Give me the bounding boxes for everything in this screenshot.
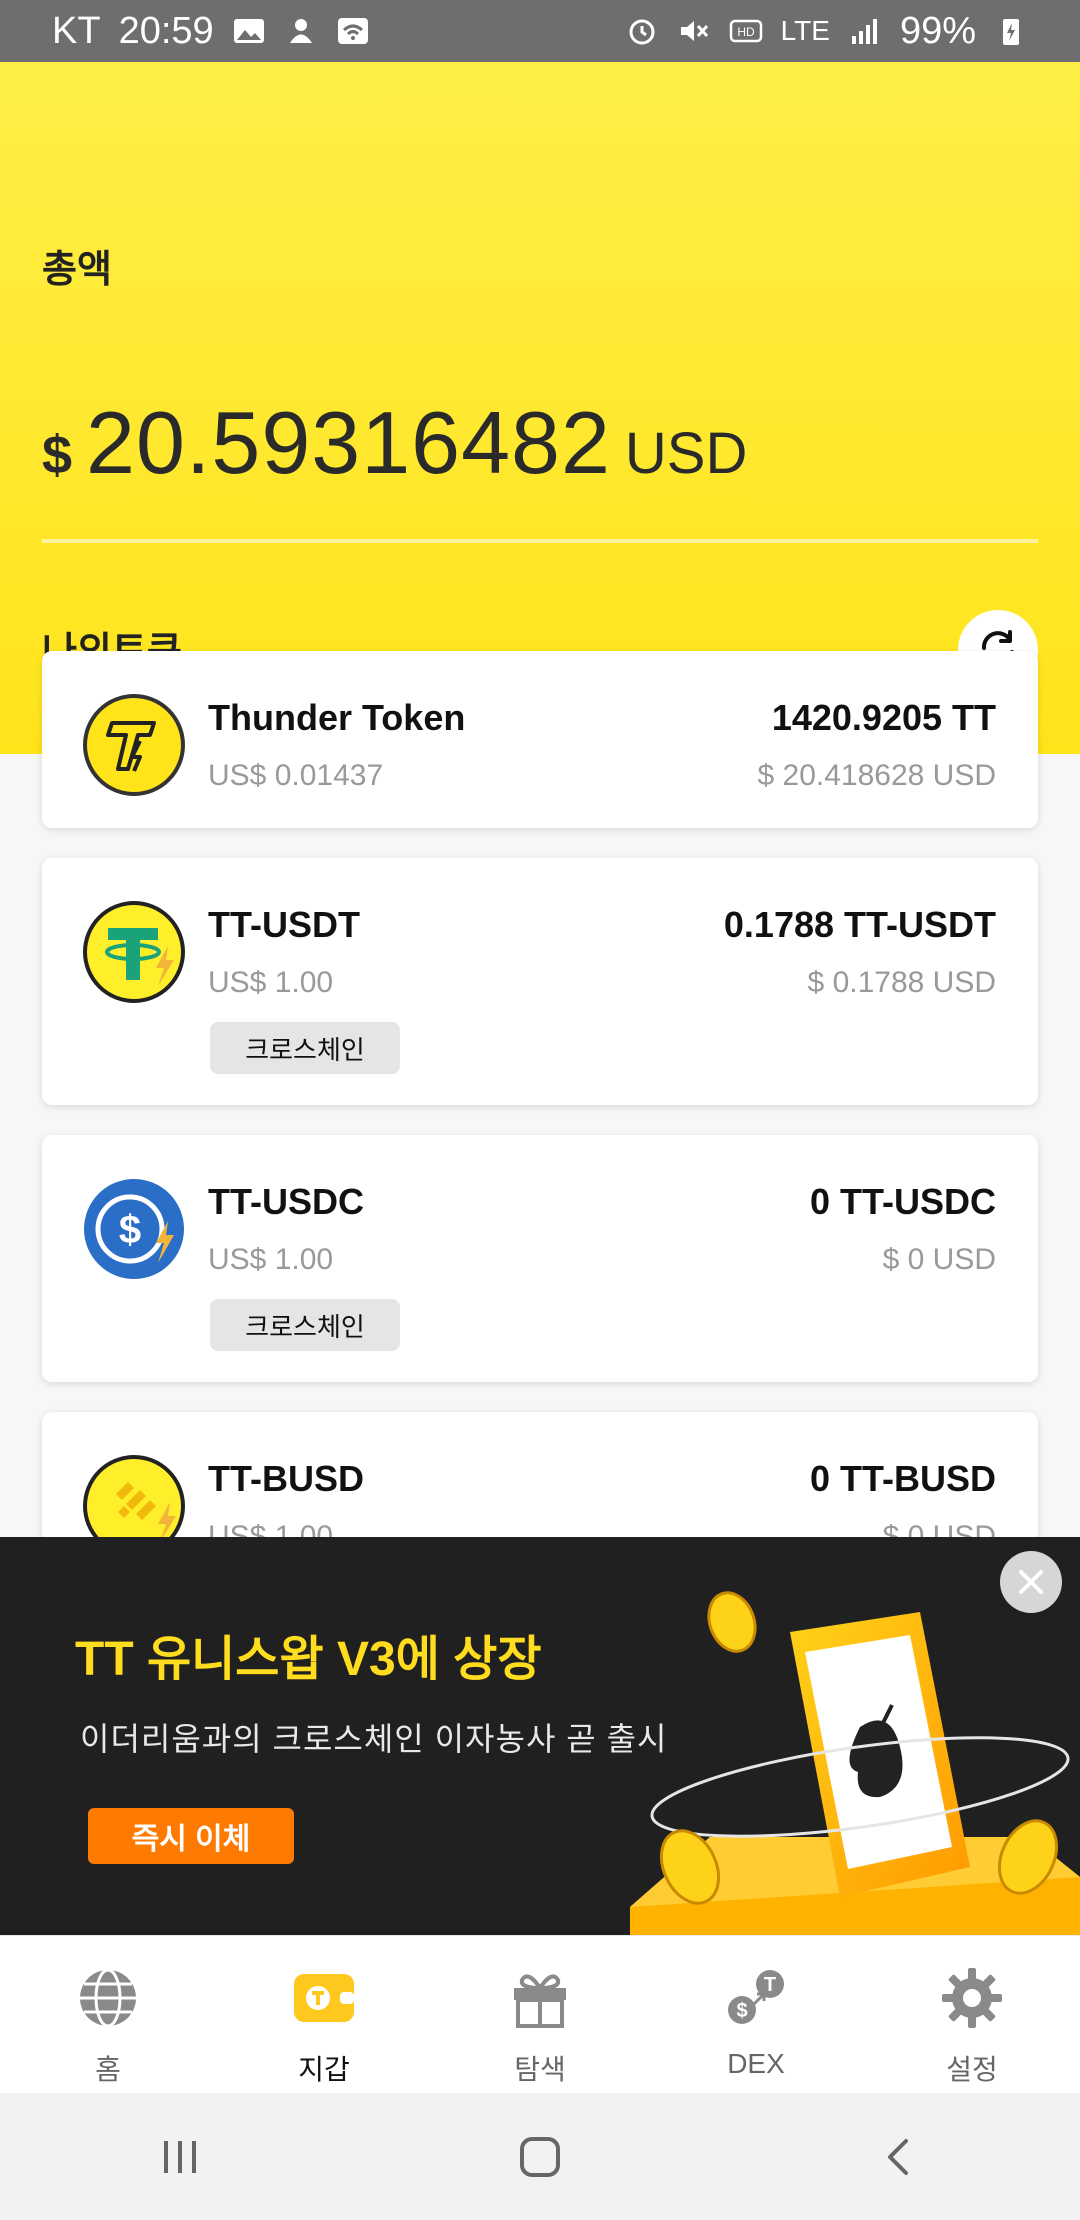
header-divider <box>42 539 1038 543</box>
promo-banner[interactable]: TT 유니스왑 V3에 상장 이더리움과의 크로스체인 이자농사 곧 출시 즉시… <box>0 1537 1080 1935</box>
signal-icon <box>848 16 882 46</box>
token-amount: 0 TT-BUSD <box>809 1458 996 1499</box>
globe-icon <box>80 1968 136 2028</box>
token-card-tt-usdt[interactable]: TT-USDT US$ 1.00 0.1788 TT-USDT $ 0.1788… <box>42 858 1038 1105</box>
token-name: TT-BUSD <box>208 1458 364 1499</box>
close-icon <box>1019 1570 1043 1594</box>
notification-icon <box>284 16 318 46</box>
token-price: US$ 0.01437 <box>208 759 384 792</box>
home-icon <box>520 2136 560 2177</box>
banner-title: TT 유니스왑 V3에 상장 <box>75 1633 542 1686</box>
system-nav-bar <box>0 2093 1080 2220</box>
bottom-nav: 홈 지갑 탐색 $ T DEX 설정 <box>0 1935 1080 2094</box>
status-bar: KT 20:59 HD LTE 99% <box>0 0 1080 62</box>
thunder-token-icon <box>83 694 185 796</box>
back-icon <box>888 2138 908 2175</box>
token-amount: 0 TT-USDC <box>809 1181 996 1222</box>
token-name: TT-USDT <box>208 904 360 945</box>
recent-apps-button[interactable] <box>140 2117 220 2197</box>
svg-text:$: $ <box>119 1208 141 1252</box>
token-name: TT-USDC <box>208 1181 364 1222</box>
nav-label: 설정 <box>946 2054 998 2085</box>
gift-icon <box>514 1974 566 2028</box>
nav-item-home[interactable]: 홈 <box>0 1936 216 2094</box>
total-label: 총액 <box>42 249 112 291</box>
nav-item-wallet[interactable]: 지갑 <box>216 1936 432 2094</box>
token-value: $ 20.418628 USD <box>757 759 996 792</box>
crosschain-badge: 크로스체인 <box>210 1022 400 1074</box>
svg-text:HD: HD <box>737 25 755 39</box>
balance-value: 20.59316482 <box>86 393 611 492</box>
token-value: $ 0 USD <box>882 1243 996 1276</box>
token-price: US$ 1.00 <box>208 1243 334 1276</box>
carrier: KT <box>52 9 101 52</box>
wifi-icon <box>336 16 370 46</box>
total-balance: $ 20.59316482 USD <box>42 392 747 494</box>
exchange-icon: $ T <box>728 1970 784 2024</box>
nav-label: 탐색 <box>514 2054 566 2085</box>
hd-icon: HD <box>729 16 763 46</box>
lte-label: LTE <box>780 15 830 46</box>
battery-percent: 99% <box>899 9 976 52</box>
nav-label: DEX <box>727 2048 785 2079</box>
token-card-thunder-token[interactable]: Thunder Token US$ 0.01437 1420.9205 TT $… <box>42 651 1038 828</box>
banner-subtitle: 이더리움과의 크로스체인 이자농사 곧 출시 <box>80 1721 668 1757</box>
token-list: Thunder Token US$ 0.01437 1420.9205 TT $… <box>42 651 1038 1619</box>
crosschain-badge: 크로스체인 <box>210 1299 400 1351</box>
status-right: HD LTE 99% <box>625 10 1028 53</box>
svg-text:T: T <box>764 1974 776 1996</box>
token-value: $ 0.1788 USD <box>807 966 996 999</box>
banner-close-button[interactable] <box>1000 1551 1062 1613</box>
balance-currency-symbol: $ <box>42 425 73 485</box>
alarm-icon <box>625 16 659 46</box>
usdc-token-icon: $ <box>84 1179 184 1279</box>
back-button[interactable] <box>860 2117 940 2197</box>
nav-label: 홈 <box>95 2054 121 2085</box>
token-price: US$ 1.00 <box>208 966 334 999</box>
balance-unit: USD <box>624 421 748 486</box>
recent-apps-icon <box>164 2140 196 2173</box>
svg-text:$: $ <box>736 2000 747 2022</box>
gear-icon <box>942 1968 1002 2028</box>
nav-item-settings[interactable]: 설정 <box>864 1936 1080 2094</box>
transfer-now-button[interactable]: 즉시 이체 <box>88 1808 294 1864</box>
nav-item-explore[interactable]: 탐색 <box>432 1936 648 2094</box>
token-amount: 1420.9205 TT <box>771 697 996 738</box>
gallery-icon <box>232 16 266 46</box>
mute-icon <box>677 16 711 46</box>
clock: 20:59 <box>118 9 214 52</box>
nav-label: 지갑 <box>298 2054 350 2085</box>
battery-charging-icon <box>994 16 1028 46</box>
token-amount: 0.1788 TT-USDT <box>723 904 996 945</box>
token-card-tt-usdc[interactable]: $ TT-USDC US$ 1.00 0 TT-USDC $ 0 USD 크로스… <box>42 1135 1038 1382</box>
status-left: KT 20:59 <box>52 10 370 53</box>
tether-token-icon <box>83 901 185 1003</box>
wallet-icon <box>294 1974 354 2022</box>
token-name: Thunder Token <box>208 697 466 738</box>
nav-item-dex[interactable]: $ T DEX <box>648 1936 864 2094</box>
home-button[interactable] <box>500 2117 580 2197</box>
